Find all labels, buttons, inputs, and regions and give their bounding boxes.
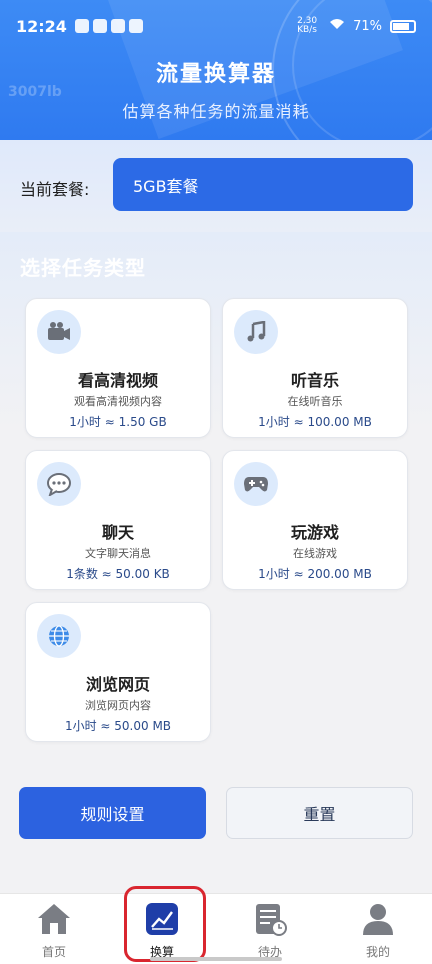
task-desc: 文字聊天消息 [85, 547, 151, 560]
battery-percent: 71% [353, 18, 382, 34]
video-camera-icon [37, 310, 81, 354]
task-rate: 1小时 ≈ 50.00 MB [64, 719, 172, 733]
bottom-nav: 首页 换算 待办 我的 [0, 893, 432, 964]
page-subtitle: 估算各种任务的流量消耗 [122, 102, 310, 121]
app-notification-icon [128, 19, 143, 33]
nav-item-todo[interactable]: 待办 [230, 894, 310, 964]
task-rate: 1小时 ≈ 1.50 GB [69, 415, 167, 429]
app-notification-icon [92, 19, 107, 33]
net-speed: 2.30 KB/s [297, 16, 318, 35]
task-card-web[interactable]: 浏览网页 浏览网页内容 1小时 ≈ 50.00 MB [25, 602, 211, 742]
reset-button[interactable]: 重置 [226, 787, 413, 839]
plan-select-value: 5GB套餐 [133, 176, 199, 196]
task-card-chat[interactable]: 聊天 文字聊天消息 1条数 ≈ 50.00 KB [25, 450, 211, 590]
task-card-game[interactable]: 玩游戏 在线游戏 1小时 ≈ 200.00 MB [222, 450, 408, 590]
highlight-box [124, 886, 206, 962]
task-rate: 1条数 ≈ 50.00 KB [66, 567, 170, 581]
task-desc: 观看高清视频内容 [74, 395, 162, 408]
wifi-icon [329, 18, 345, 34]
app-notification-icon [74, 19, 89, 33]
task-title: 浏览网页 [85, 675, 150, 694]
nav-item-profile[interactable]: 我的 [338, 894, 418, 964]
page-title: 流量换算器 [155, 62, 276, 87]
user-icon [360, 902, 396, 939]
task-title: 看高清视频 [77, 371, 158, 390]
task-card-music[interactable]: 听音乐 在线听音乐 1小时 ≈ 100.00 MB [222, 298, 408, 438]
chat-bubble-icon [37, 462, 81, 506]
gamepad-icon [234, 462, 278, 506]
task-desc: 在线听音乐 [287, 395, 343, 408]
globe-icon [37, 614, 81, 658]
status-right: 2.30 KB/s 71% [297, 17, 416, 35]
nav-label: 首页 [41, 945, 66, 959]
home-icon [36, 902, 72, 939]
task-title: 聊天 [101, 523, 134, 542]
rules-settings-button[interactable]: 规则设置 [19, 787, 206, 839]
task-title: 听音乐 [290, 371, 339, 390]
task-desc: 浏览网页内容 [85, 699, 151, 712]
task-title: 玩游戏 [290, 523, 339, 542]
task-desc: 在线游戏 [293, 547, 337, 560]
notification-icons [74, 19, 143, 33]
nav-label: 我的 [365, 945, 390, 959]
todo-list-icon [252, 902, 288, 939]
nav-item-home[interactable]: 首页 [14, 894, 94, 964]
battery-icon [390, 19, 416, 33]
task-card-video[interactable]: 看高清视频 观看高清视频内容 1小时 ≈ 1.50 GB [25, 298, 211, 438]
task-rate: 1小时 ≈ 200.00 MB [258, 567, 372, 581]
status-bar: 12:24 2.30 KB/s 71% [0, 0, 432, 52]
app-notification-icon [110, 19, 125, 33]
status-time: 12:24 [16, 16, 67, 36]
plan-label: 当前套餐: [20, 180, 90, 199]
music-note-icon [234, 310, 278, 354]
home-indicator [150, 957, 282, 961]
section-title: 选择任务类型 [20, 256, 146, 280]
task-rate: 1小时 ≈ 100.00 MB [258, 415, 372, 429]
plan-select[interactable]: 5GB套餐 [113, 158, 413, 211]
